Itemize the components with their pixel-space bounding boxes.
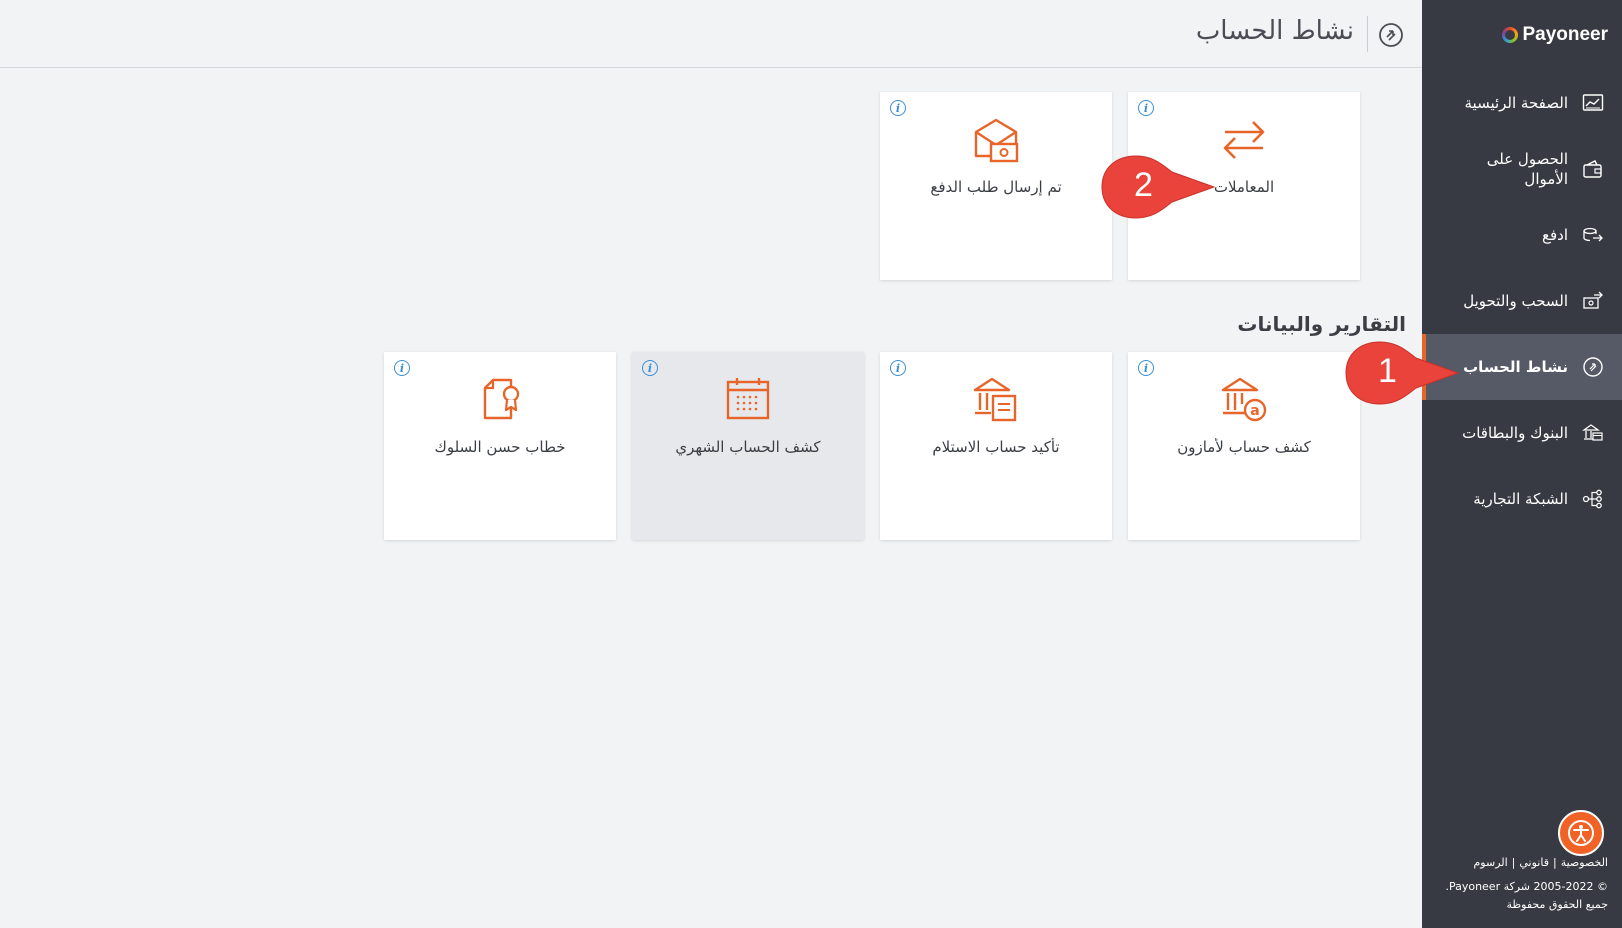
tile-label: تأكيد حساب الاستلام xyxy=(932,438,1060,456)
footer-links: الخصوصية|قانوني|الرسوم xyxy=(1473,856,1608,869)
pay-icon xyxy=(1582,224,1604,246)
tile-label: تم إرسال طلب الدفع xyxy=(930,178,1062,196)
sidebar-item-get-paid[interactable]: الحصول على الأموال xyxy=(1422,136,1622,202)
receiving-account-icon xyxy=(973,377,1017,422)
payoneer-logo-icon xyxy=(1502,27,1519,43)
sidebar-nav: الصفحة الرئيسية الحصول على الأموال ادفع … xyxy=(1422,70,1622,532)
calendar-icon xyxy=(726,378,770,420)
tile-label: خطاب حسن السلوك xyxy=(434,438,566,456)
sidebar-item-label: البنوك والبطاقات xyxy=(1462,424,1568,442)
sidebar-item-pay[interactable]: ادفع xyxy=(1422,202,1622,268)
wallet-icon xyxy=(1582,158,1604,180)
svg-text:a: a xyxy=(1250,403,1259,419)
sidebar: Payoneer الصفحة الرئيسية الحصول على الأم… xyxy=(1422,0,1622,928)
transfer-arrows-icon xyxy=(1223,121,1265,159)
page-header: نشاط الحساب xyxy=(0,0,1422,68)
privacy-link[interactable]: الخصوصية xyxy=(1561,856,1608,869)
activity-icon xyxy=(1582,356,1604,378)
withdraw-icon xyxy=(1582,290,1604,312)
callout-2: 2 xyxy=(1096,150,1186,224)
sidebar-footer: الخصوصية|قانوني|الرسوم © 2005-2022 شركة … xyxy=(1428,854,1608,914)
activity-icon xyxy=(1379,23,1403,47)
sidebar-item-label: الصفحة الرئيسية xyxy=(1464,94,1569,112)
sidebar-item-label: السحب والتحويل xyxy=(1463,292,1568,310)
sidebar-item-label: الحصول على الأموال xyxy=(1486,150,1568,188)
sidebar-item-label: نشاط الحساب xyxy=(1463,358,1568,376)
good-standing-letter-tile[interactable]: i خطاب حسن السلوك xyxy=(384,352,616,540)
chart-icon xyxy=(1582,92,1604,114)
info-icon[interactable]: i xyxy=(1138,100,1154,116)
amazon-statement-tile[interactable]: i a كشف حساب لأمازون xyxy=(1128,352,1360,540)
rights-text: جميع الحقوق محفوظة xyxy=(1506,898,1608,911)
info-icon[interactable]: i xyxy=(642,360,658,376)
amazon-bank-icon: a xyxy=(1221,377,1267,422)
certificate-icon xyxy=(483,378,520,420)
accessibility-button[interactable] xyxy=(1558,810,1604,856)
callout-number: 2 xyxy=(1134,166,1153,204)
info-icon[interactable]: i xyxy=(1138,360,1154,376)
payment-request-tile[interactable]: i تم إرسال طلب الدفع xyxy=(880,92,1112,280)
sidebar-item-home[interactable]: الصفحة الرئيسية xyxy=(1422,70,1622,136)
tile-label: كشف حساب لأمازون xyxy=(1177,438,1311,456)
info-icon[interactable]: i xyxy=(890,360,906,376)
fees-link[interactable]: الرسوم xyxy=(1473,856,1507,869)
accessibility-icon xyxy=(1568,820,1594,846)
callout-1: 1 xyxy=(1340,336,1430,410)
payment-request-icon xyxy=(974,118,1019,163)
sidebar-item-network[interactable]: الشبكة التجارية xyxy=(1422,466,1622,532)
monthly-statement-tile[interactable]: i كشف الحساب الشهري xyxy=(632,352,864,540)
header-divider xyxy=(1367,16,1368,52)
sidebar-item-label: ادفع xyxy=(1541,226,1568,244)
receiving-account-tile[interactable]: i تأكيد حساب الاستلام xyxy=(880,352,1112,540)
legal-link[interactable]: قانوني xyxy=(1519,856,1549,869)
tile-label: كشف الحساب الشهري xyxy=(675,438,821,456)
bank-icon xyxy=(1582,422,1604,444)
network-icon xyxy=(1582,488,1604,510)
reports-section-title: التقارير والبيانات xyxy=(1237,312,1406,336)
info-icon[interactable]: i xyxy=(394,360,410,376)
info-icon[interactable]: i xyxy=(890,100,906,116)
sidebar-item-withdraw[interactable]: السحب والتحويل xyxy=(1422,268,1622,334)
callout-number: 1 xyxy=(1378,352,1397,390)
brand-name: Payoneer xyxy=(1522,24,1608,45)
payoneer-logo[interactable]: Payoneer xyxy=(1502,20,1608,50)
page-title: نشاط الحساب xyxy=(1195,16,1354,46)
copyright-text: © 2005-2022 شركة Payoneer. xyxy=(1445,880,1608,893)
sidebar-item-label: الشبكة التجارية xyxy=(1473,490,1568,508)
